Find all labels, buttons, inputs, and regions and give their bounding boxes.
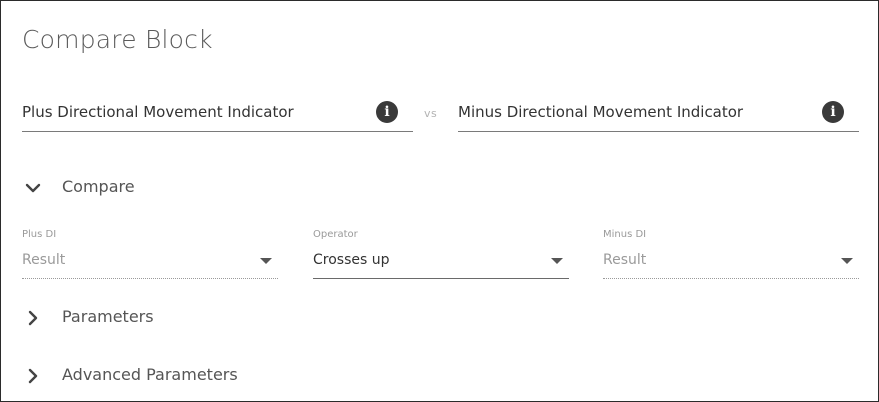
parameters-section-toggle[interactable]: Parameters bbox=[22, 305, 222, 333]
minus-di-value: Result bbox=[603, 252, 647, 268]
chevron-down-icon bbox=[25, 183, 41, 193]
left-indicator-field[interactable]: Plus Directional Movement Indicator i bbox=[22, 93, 413, 132]
block-title: Compare Block bbox=[22, 25, 213, 54]
info-icon[interactable]: i bbox=[822, 101, 844, 123]
chevron-right-icon bbox=[28, 368, 38, 384]
plus-di-value: Result bbox=[22, 252, 66, 268]
plus-di-caption: Plus DI bbox=[22, 229, 57, 240]
compare-block-panel: Compare Block Plus Directional Movement … bbox=[0, 0, 879, 402]
dropdown-arrow-icon bbox=[551, 258, 563, 264]
minus-di-select[interactable]: Minus DI Result bbox=[603, 227, 859, 279]
info-icon[interactable]: i bbox=[376, 101, 398, 123]
dropdown-arrow-icon bbox=[260, 258, 272, 264]
advanced-parameters-section-toggle[interactable]: Advanced Parameters bbox=[22, 363, 282, 391]
plus-di-select[interactable]: Plus DI Result bbox=[22, 227, 278, 279]
advanced-parameters-section-label: Advanced Parameters bbox=[62, 365, 238, 384]
operator-select[interactable]: Operator Crosses up bbox=[313, 227, 569, 279]
parameters-section-label: Parameters bbox=[62, 307, 154, 326]
chevron-right-icon bbox=[28, 310, 38, 326]
right-indicator-name: Minus Directional Movement Indicator bbox=[458, 103, 744, 121]
right-indicator-field[interactable]: Minus Directional Movement Indicator i bbox=[458, 93, 859, 132]
operator-caption: Operator bbox=[313, 229, 358, 240]
compare-section-label: Compare bbox=[62, 177, 135, 196]
operator-value: Crosses up bbox=[313, 252, 390, 268]
compare-section-toggle[interactable]: Compare bbox=[22, 175, 222, 203]
left-indicator-name: Plus Directional Movement Indicator bbox=[22, 103, 294, 121]
dropdown-arrow-icon bbox=[841, 258, 853, 264]
vs-separator: vs bbox=[424, 107, 438, 120]
minus-di-caption: Minus DI bbox=[603, 229, 647, 240]
